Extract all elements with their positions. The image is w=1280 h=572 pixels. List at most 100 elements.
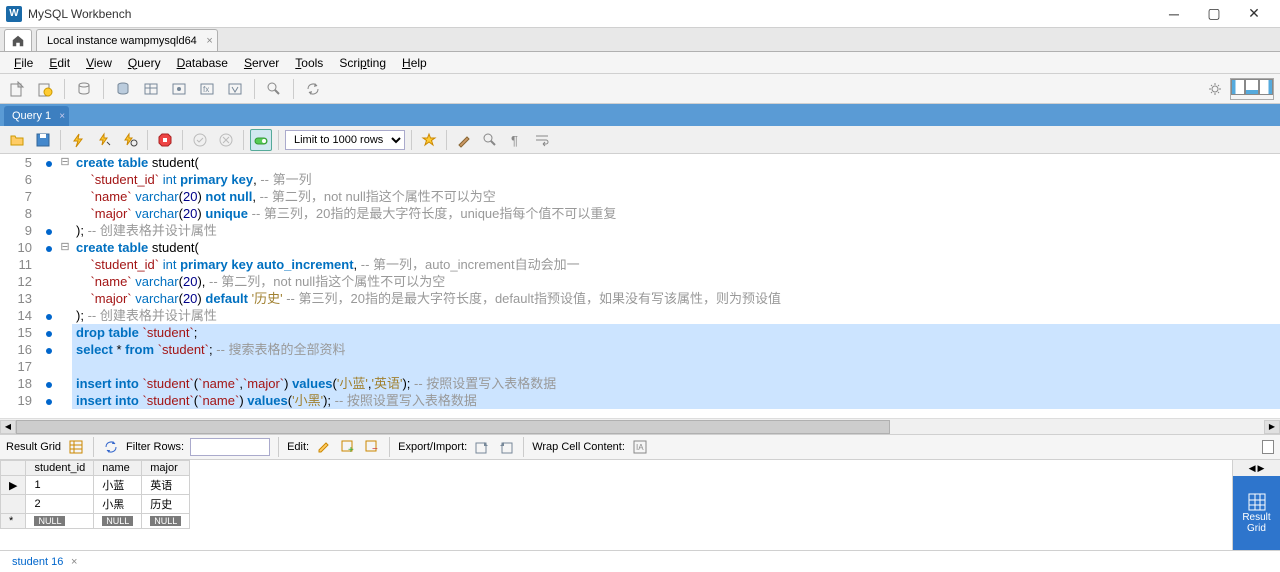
result-tab-close-icon[interactable]: ×	[71, 556, 77, 568]
maximize-button[interactable]: ▢	[1194, 0, 1234, 28]
new-sql-tab-button[interactable]	[6, 78, 28, 100]
invisible-chars-button[interactable]: ¶	[505, 129, 527, 151]
page-prev-icon[interactable]: ◀	[1249, 463, 1256, 474]
cell[interactable]: NULL	[94, 514, 142, 529]
code-text[interactable]: `name` varchar(20), -- 第二列，not null指这个属性…	[72, 273, 1280, 290]
scroll-track[interactable]	[16, 420, 1264, 434]
code-line[interactable]: 8 `major` varchar(20) unique -- 第三列，20指的…	[0, 205, 1280, 222]
refresh-button[interactable]	[102, 438, 120, 456]
find-button[interactable]	[479, 129, 501, 151]
menu-query[interactable]: Query	[120, 54, 169, 72]
column-header[interactable]: major	[142, 461, 190, 476]
cell[interactable]: 2	[26, 495, 94, 514]
menu-database[interactable]: Database	[169, 54, 236, 72]
minimize-button[interactable]: ─	[1154, 0, 1194, 28]
autocommit-toggle[interactable]	[250, 129, 272, 151]
code-text[interactable]: ); -- 创建表格并设计属性	[72, 307, 1280, 324]
menu-tools[interactable]: Tools	[287, 54, 331, 72]
query-tab[interactable]: Query 1 ×	[4, 106, 69, 126]
result-grid[interactable]: student_idnamemajor ▶1小蓝英语2小黑历史*NULLNULL…	[0, 460, 1232, 550]
code-text[interactable]: `major` varchar(20) default '历史' -- 第三列，…	[72, 290, 1280, 307]
result-grid-icon-button[interactable]	[67, 438, 85, 456]
execute-button[interactable]	[67, 129, 89, 151]
cell[interactable]: 小蓝	[94, 476, 142, 495]
cell[interactable]: 小黑	[94, 495, 142, 514]
home-tab[interactable]	[4, 29, 32, 51]
db-create-button[interactable]	[112, 78, 134, 100]
close-button[interactable]: ✕	[1234, 0, 1274, 28]
reconnect-button[interactable]	[302, 78, 324, 100]
code-line[interactable]: 7 `name` varchar(20) not null, -- 第二列，no…	[0, 188, 1280, 205]
commit-button[interactable]	[189, 129, 211, 151]
import-button[interactable]	[497, 438, 515, 456]
code-line[interactable]: 11 `student_id` int primary key auto_inc…	[0, 256, 1280, 273]
delete-row-button[interactable]: −	[363, 438, 381, 456]
code-text[interactable]: ); -- 创建表格并设计属性	[72, 222, 1280, 239]
add-row-button[interactable]: +	[339, 438, 357, 456]
cell[interactable]: 英语	[142, 476, 190, 495]
code-line[interactable]: 5⊟create table student(	[0, 154, 1280, 171]
db-func-button[interactable]	[224, 78, 246, 100]
beautify-button[interactable]	[453, 129, 475, 151]
code-text[interactable]	[72, 358, 1280, 375]
panel-right-toggle[interactable]	[1259, 79, 1273, 95]
code-line[interactable]: 6 `student_id` int primary key, -- 第一列	[0, 171, 1280, 188]
sql-editor[interactable]: 5⊟create table student(6 `student_id` in…	[0, 154, 1280, 418]
column-header[interactable]: name	[94, 461, 142, 476]
menu-scripting[interactable]: Scripting	[331, 54, 394, 72]
menu-view[interactable]: View	[78, 54, 120, 72]
code-text[interactable]: create table student(	[72, 239, 1280, 256]
explain-button[interactable]	[119, 129, 141, 151]
row-handle[interactable]: ▶	[1, 476, 26, 495]
row-handle[interactable]	[1, 495, 26, 514]
scroll-left-button[interactable]: ◀	[0, 420, 16, 434]
favorite-button[interactable]	[418, 129, 440, 151]
connection-tab[interactable]: Local instance wampmysqld64 ×	[36, 29, 218, 51]
db-drop-button[interactable]	[140, 78, 162, 100]
code-text[interactable]: insert into `student`(`name`,`major`) va…	[72, 375, 1280, 392]
panel-bottom-toggle[interactable]	[1245, 79, 1259, 95]
code-line[interactable]: 12 `name` varchar(20), -- 第二列，not null指这…	[0, 273, 1280, 290]
code-text[interactable]: drop table `student`;	[72, 324, 1280, 341]
scroll-right-button[interactable]: ▶	[1264, 420, 1280, 434]
page-next-icon[interactable]: ▶	[1258, 463, 1265, 474]
cell[interactable]: NULL	[142, 514, 190, 529]
code-text[interactable]: `major` varchar(20) unique -- 第三列，20指的是最…	[72, 205, 1280, 222]
result-tab[interactable]: student 16 ×	[6, 554, 79, 570]
fold-toggle[interactable]: ⊟	[58, 239, 72, 256]
table-row-new[interactable]: *NULLNULLNULL	[1, 514, 190, 529]
code-line[interactable]: 19insert into `student`(`name`) values('…	[0, 392, 1280, 409]
execute-current-button[interactable]	[93, 129, 115, 151]
code-text[interactable]: create table student(	[72, 154, 1280, 171]
open-file-button[interactable]	[6, 129, 28, 151]
code-line[interactable]: 18insert into `student`(`name`,`major`) …	[0, 375, 1280, 392]
code-line[interactable]: 15drop table `student`;	[0, 324, 1280, 341]
cell[interactable]: 1	[26, 476, 94, 495]
code-line[interactable]: 14); -- 创建表格并设计属性	[0, 307, 1280, 324]
save-file-button[interactable]	[32, 129, 54, 151]
editor-hscrollbar[interactable]: ◀ ▶	[0, 418, 1280, 434]
filter-rows-input[interactable]	[190, 438, 270, 456]
cell[interactable]: 历史	[142, 495, 190, 514]
code-line[interactable]: 17	[0, 358, 1280, 375]
settings-button[interactable]	[1204, 78, 1226, 100]
code-text[interactable]: `name` varchar(20) not null, -- 第二列，not …	[72, 188, 1280, 205]
search-button[interactable]	[263, 78, 285, 100]
open-sql-button[interactable]	[34, 78, 56, 100]
column-header[interactable]: student_id	[26, 461, 94, 476]
code-text[interactable]: insert into `student`(`name`) values('小黑…	[72, 392, 1280, 409]
panel-left-toggle[interactable]	[1231, 79, 1245, 95]
code-text[interactable]: select * from `student`; -- 搜索表格的全部资料	[72, 341, 1280, 358]
export-button[interactable]	[473, 438, 491, 456]
row-limit-select[interactable]: Limit to 1000 rows	[285, 130, 405, 150]
scroll-thumb[interactable]	[16, 420, 890, 434]
table-row[interactable]: ▶1小蓝英语	[1, 476, 190, 495]
wrap-cell-button[interactable]: IA	[631, 438, 649, 456]
code-line[interactable]: 13 `major` varchar(20) default '历史' -- 第…	[0, 290, 1280, 307]
code-text[interactable]: `student_id` int primary key auto_increm…	[72, 256, 1280, 273]
menu-edit[interactable]: Edit	[41, 54, 78, 72]
result-grid-side-button[interactable]: Result Grid	[1233, 476, 1280, 550]
code-line[interactable]: 10⊟create table student(	[0, 239, 1280, 256]
menu-help[interactable]: Help	[394, 54, 435, 72]
code-line[interactable]: 9); -- 创建表格并设计属性	[0, 222, 1280, 239]
